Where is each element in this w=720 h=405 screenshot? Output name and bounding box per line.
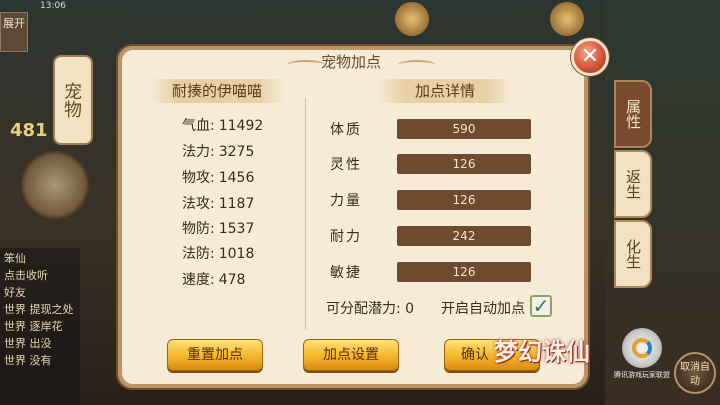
attr-bar-constitution[interactable]: 590 <box>397 119 531 139</box>
attr-bar-agility[interactable]: 126 <box>397 262 531 282</box>
title-ornament-right <box>398 60 436 70</box>
stat-value: 11492 <box>218 118 264 134</box>
auto-add-checkbox[interactable]: ✓ <box>530 295 552 317</box>
column-divider <box>305 98 306 330</box>
chat-line: 笨仙 <box>4 252 26 265</box>
stat-phys-atk: 物攻: 1456 <box>182 167 254 187</box>
chat-panel[interactable]: 笨仙 点击收听 好友 世界 提现之处 世界 逐岸花 世界 出没 世界 没有 <box>0 248 80 405</box>
stat-label: 速度: <box>182 272 215 288</box>
pet-menu-tab[interactable]: 宠物 <box>53 55 93 145</box>
stat-mag-atk: 法攻: 1187 <box>182 193 254 213</box>
stat-value: 1456 <box>218 170 255 186</box>
stat-speed: 速度: 478 <box>182 269 245 289</box>
attr-label-spirit: 灵性 <box>330 157 362 173</box>
activity-icon[interactable] <box>550 2 584 36</box>
status-time: 13:06 <box>40 1 66 11</box>
attr-bar-endurance[interactable]: 242 <box>397 226 531 246</box>
attr-label-constitution: 体质 <box>330 122 362 138</box>
checkmark-icon: ✓ <box>532 294 550 318</box>
stat-label: 法防: <box>182 246 215 262</box>
details-header: 加点详情 <box>378 79 512 103</box>
expand-menu-button[interactable]: 展开 <box>0 12 28 52</box>
stat-mp: 法力: 3275 <box>182 141 254 161</box>
stat-label: 物攻: <box>182 170 215 186</box>
stat-value: 1537 <box>218 221 255 237</box>
stat-label: 法力: <box>182 144 215 160</box>
chat-line: 世界 没有 <box>4 354 52 367</box>
chat-line: 世界 逐岸花 <box>4 320 63 333</box>
tab-transform[interactable]: 化生 <box>614 220 652 288</box>
league-badge-icon <box>622 328 662 368</box>
stat-label: 物防: <box>182 221 215 237</box>
watermark: 梦幻诛仙 腾讯游戏玩家联盟 <box>472 326 720 405</box>
attr-label-agility: 敏捷 <box>330 265 362 281</box>
available-potential: 可分配潜力: 0 <box>326 301 415 317</box>
activity-icon[interactable] <box>395 2 429 36</box>
close-button[interactable]: ✕ <box>571 38 609 76</box>
chat-line: 世界 提现之处 <box>4 303 74 316</box>
attr-label-endurance: 耐力 <box>330 229 362 245</box>
close-icon: ✕ <box>580 44 600 69</box>
stat-label: 法攻: <box>182 196 215 212</box>
stat-value: 1018 <box>218 246 255 262</box>
tab-rebirth[interactable]: 返生 <box>614 150 652 218</box>
attr-bar-strength[interactable]: 126 <box>397 190 531 210</box>
stat-mag-def: 法防: 1018 <box>182 243 254 263</box>
chat-line: 好友 <box>4 286 26 299</box>
chat-line: 世界 出没 <box>4 337 52 350</box>
attr-label-strength: 力量 <box>330 193 362 209</box>
game-logo: 梦幻诛仙 <box>494 337 590 366</box>
chat-line[interactable]: 点击收听 <box>4 267 76 284</box>
stat-value: 3275 <box>218 144 255 160</box>
background-character <box>20 150 90 220</box>
league-badge-caption: 腾讯游戏玩家联盟 <box>614 371 670 379</box>
stat-label: 气血: <box>182 118 215 134</box>
stat-value: 478 <box>218 272 246 288</box>
auto-add-label: 开启自动加点 <box>441 301 525 317</box>
attr-bar-spirit[interactable]: 126 <box>397 154 531 174</box>
pet-name: 耐揍的伊喵喵 <box>150 79 284 103</box>
stat-value: 1187 <box>218 196 255 212</box>
floating-number: 481 <box>10 120 48 141</box>
tab-attributes[interactable]: 属性 <box>614 80 652 148</box>
reset-points-button[interactable]: 重置加点 <box>167 339 263 371</box>
title-ornament-left <box>287 60 325 70</box>
stat-phys-def: 物防: 1537 <box>182 218 254 238</box>
stat-hp: 气血: 11492 <box>182 115 263 135</box>
points-settings-button[interactable]: 加点设置 <box>303 339 399 371</box>
